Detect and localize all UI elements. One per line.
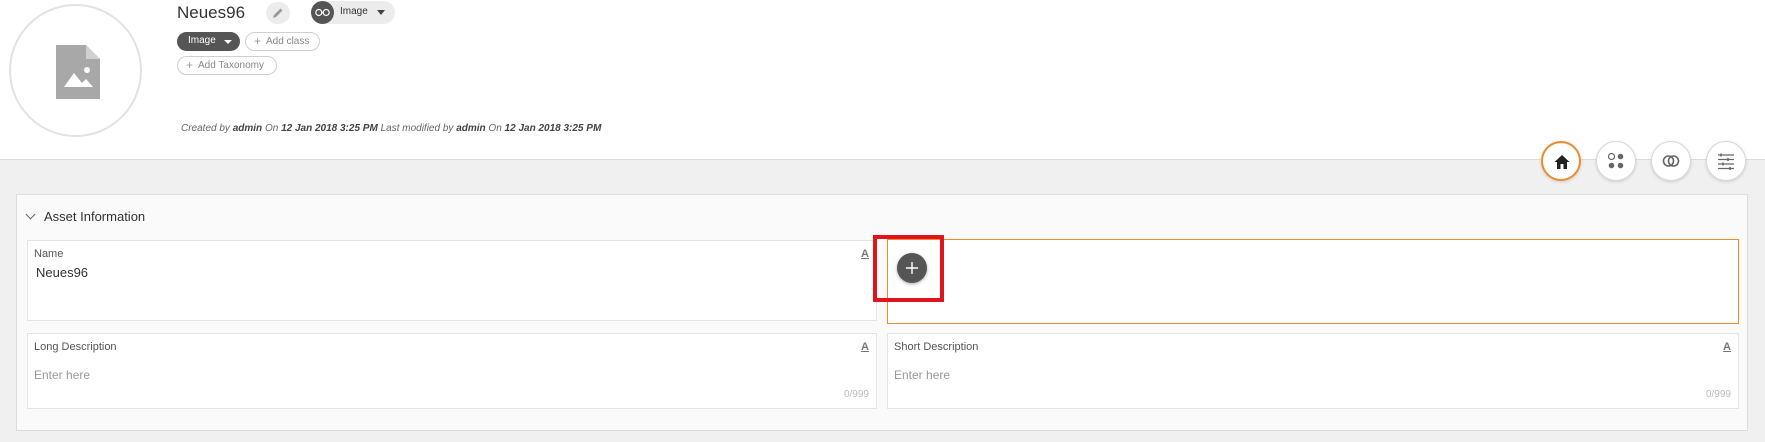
apps-nav-button[interactable] <box>1596 141 1636 181</box>
list-settings-nav-button[interactable] <box>1706 141 1746 181</box>
name-field[interactable]: Name A Neues96 <box>27 240 877 321</box>
text-format-icon[interactable]: A <box>1723 341 1731 353</box>
apps-icon <box>1607 152 1624 169</box>
on-label: On <box>264 123 279 134</box>
home-nav-button[interactable] <box>1541 141 1581 181</box>
chevron-down-icon <box>25 209 36 220</box>
asset-information-panel: Asset Information Name A Neues96 Long De… <box>16 194 1748 431</box>
created-by: admin <box>232 123 263 134</box>
modified-prefix: Last modified by <box>380 123 454 134</box>
type-label: Image <box>340 6 368 17</box>
short-description-input[interactable]: Enter here <box>894 368 950 382</box>
plus-icon <box>906 262 918 274</box>
plus-icon: + <box>186 58 194 72</box>
page-title: Neues96 <box>177 3 246 22</box>
created-prefix: Created by <box>181 123 230 134</box>
type-selector[interactable]: Image <box>311 1 395 24</box>
add-attribute-button[interactable] <box>897 253 927 283</box>
name-label: Name <box>34 248 64 260</box>
modified-at: 12 Jan 2018 3:25 PM <box>504 123 602 134</box>
class-chip-label: Image <box>188 35 216 46</box>
add-taxonomy-button[interactable]: + Add Taxonomy <box>177 56 277 75</box>
add-taxonomy-label: Add Taxonomy <box>198 60 264 71</box>
add-attribute-slot[interactable] <box>887 239 1739 324</box>
add-class-button[interactable]: + Add class <box>245 32 320 51</box>
short-description-label: Short Description <box>894 341 979 353</box>
name-value[interactable]: Neues96 <box>36 265 88 280</box>
view-mode-button[interactable] <box>311 1 334 24</box>
plus-icon: + <box>254 34 262 48</box>
long-description-label: Long Description <box>34 341 117 353</box>
text-format-icon[interactable]: A <box>861 248 869 260</box>
class-chip[interactable]: Image <box>177 32 240 51</box>
relationships-icon <box>1662 155 1680 167</box>
chevron-down-icon <box>377 10 385 15</box>
long-description-field[interactable]: Long Description A Enter here 0/999 <box>27 333 877 409</box>
relationships-nav-button[interactable] <box>1651 141 1691 181</box>
modified-by: admin <box>456 123 486 134</box>
asset-thumbnail[interactable] <box>9 4 142 137</box>
image-file-icon <box>56 45 100 99</box>
audit-info: Created by admin On 12 Jan 2018 3:25 PM … <box>181 123 601 134</box>
created-at: 12 Jan 2018 3:25 PM <box>281 123 378 134</box>
short-description-field[interactable]: Short Description A Enter here 0/999 <box>887 333 1739 409</box>
add-class-label: Add class <box>266 36 310 47</box>
text-format-icon[interactable]: A <box>861 341 869 353</box>
pencil-icon <box>273 8 283 18</box>
glasses-icon <box>315 8 330 17</box>
chevron-down-icon <box>224 40 232 44</box>
character-counter: 0/999 <box>843 389 869 400</box>
on-label: On <box>488 123 502 134</box>
entity-header: Neues96 Image Image + Add class + Add Ta… <box>0 0 1765 160</box>
long-description-input[interactable]: Enter here <box>34 368 90 382</box>
home-icon <box>1554 155 1570 169</box>
section-title: Asset Information <box>44 209 146 224</box>
edit-title-button[interactable] <box>266 2 290 24</box>
list-settings-icon <box>1718 153 1734 170</box>
character-counter: 0/999 <box>1705 389 1731 400</box>
section-header[interactable]: Asset Information <box>25 209 146 224</box>
